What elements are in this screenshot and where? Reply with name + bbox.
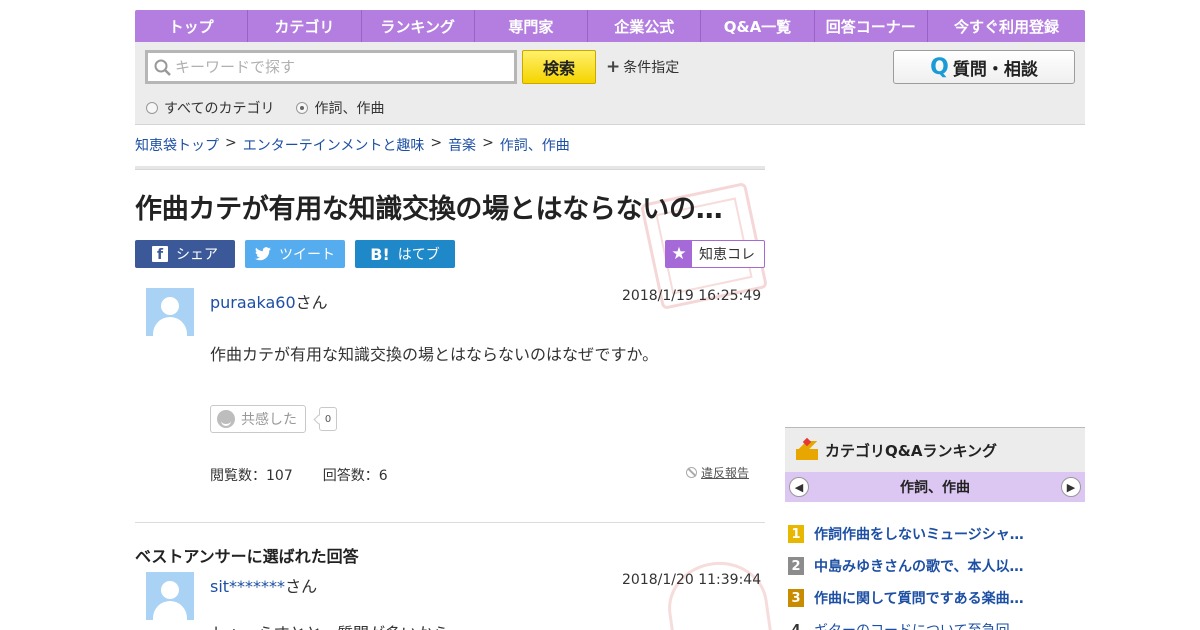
question-user-link[interactable]: puraaka60 bbox=[210, 293, 296, 312]
ranking-title: カテゴリQ&Aランキング bbox=[825, 441, 997, 460]
ask-question-button[interactable]: Q 質問・相談 bbox=[893, 50, 1075, 84]
answer-user-link[interactable]: sit******* bbox=[210, 577, 285, 596]
nav-experts[interactable]: 専門家 bbox=[475, 10, 589, 42]
list-item: 2 中島みゆきさんの歌で、本人以… bbox=[785, 550, 1085, 582]
chiekore-label: 知恵コレ bbox=[699, 247, 755, 263]
list-item: 3 作曲に関して質問ですある楽曲… bbox=[785, 582, 1085, 614]
report-label: 違反報告 bbox=[701, 466, 750, 480]
hatena-bookmark-button[interactable]: B! はてブ bbox=[355, 240, 455, 268]
empathy-label: 共感した bbox=[241, 412, 297, 428]
rank-badge: 1 bbox=[788, 525, 804, 543]
rank-badge: 4 bbox=[791, 622, 801, 630]
facebook-icon: f bbox=[152, 246, 168, 262]
ranking-link[interactable]: ギターのコードについて至急回… bbox=[814, 620, 1024, 630]
answer-body: トゥーらすとと、質問が多いから bbox=[210, 620, 449, 630]
rank-badge: 3 bbox=[788, 589, 804, 607]
facebook-share-button[interactable]: f シェア bbox=[135, 240, 235, 268]
search-icon bbox=[154, 59, 171, 76]
star-icon: ★ bbox=[666, 241, 692, 267]
answer-timestamp: 2018/1/20 11:39:44 bbox=[622, 572, 762, 588]
crown-icon bbox=[795, 437, 819, 461]
list-item: 4 ギターのコードについて至急回… bbox=[785, 614, 1085, 630]
breadcrumb-music[interactable]: 音楽 bbox=[448, 135, 476, 155]
search-input[interactable] bbox=[175, 58, 505, 76]
nav-category[interactable]: カテゴリ bbox=[248, 10, 362, 42]
radio-on-icon bbox=[296, 102, 309, 114]
ranking-header: カテゴリQ&Aランキング bbox=[785, 427, 1085, 472]
section-divider bbox=[135, 522, 765, 523]
radio-current-label: 作詞、作曲 bbox=[314, 101, 385, 117]
arrow-right-icon[interactable]: ▶ bbox=[1061, 477, 1081, 497]
arrow-left-icon[interactable]: ◀ bbox=[789, 477, 809, 497]
nav-ranking[interactable]: ランキング bbox=[362, 10, 475, 42]
radio-off-icon bbox=[146, 102, 158, 114]
twitter-tweet-label: ツイート bbox=[279, 247, 335, 263]
radio-current-category[interactable]: 作詞、作曲 bbox=[296, 98, 384, 118]
avatar[interactable] bbox=[146, 288, 194, 336]
breadcrumb: 知恵袋トップ > エンターテインメントと趣味 > 音楽 > 作詞、作曲 bbox=[135, 135, 570, 155]
ranking-link[interactable]: 中島みゆきさんの歌で、本人以… bbox=[814, 556, 1023, 576]
search-button[interactable]: 検索 bbox=[522, 50, 596, 84]
ranking-link[interactable]: 作詞作曲をしないミュージシャ… bbox=[814, 524, 1024, 544]
radio-all-categories[interactable]: すべてのカテゴリ bbox=[146, 98, 274, 118]
nav-top[interactable]: トップ bbox=[135, 10, 249, 42]
empathy-count: 0 bbox=[319, 407, 337, 431]
stamp-decoration bbox=[662, 555, 774, 630]
twitter-tweet-button[interactable]: ツイート bbox=[245, 240, 345, 268]
section-divider bbox=[135, 166, 765, 170]
ban-icon bbox=[686, 467, 697, 478]
category-ranking: カテゴリQ&Aランキング ◀ 作詞、作曲 ▶ 1 作詞作曲をしないミュージシャ…… bbox=[785, 427, 1085, 630]
question-user: puraaka60さん bbox=[210, 289, 328, 313]
conditions-link[interactable]: + 条件指定 bbox=[606, 57, 679, 77]
nav-qa-list[interactable]: Q&A一覧 bbox=[701, 10, 815, 42]
honorific: さん bbox=[295, 293, 328, 312]
breadcrumb-composition[interactable]: 作詞、作曲 bbox=[500, 135, 570, 155]
search-field[interactable] bbox=[145, 50, 517, 84]
chiekore-button[interactable]: ★ 知恵コレ bbox=[665, 240, 765, 268]
ranking-list: 1 作詞作曲をしないミュージシャ… 2 中島みゆきさんの歌で、本人以… 3 作曲… bbox=[785, 518, 1085, 630]
ranking-category-bar: ◀ 作詞、作曲 ▶ bbox=[785, 472, 1085, 502]
answer-count: 回答数：6 bbox=[322, 468, 388, 484]
answer-user: sit*******さん bbox=[210, 573, 317, 597]
hatena-label: はてブ bbox=[397, 247, 440, 263]
report-link[interactable]: 違反報告 bbox=[686, 464, 749, 481]
question-q-icon: Q bbox=[930, 54, 949, 80]
question-stats: 閲覧数：107 回答数：6 bbox=[210, 465, 388, 485]
nav-answer-corner[interactable]: 回答コーナー bbox=[815, 10, 928, 42]
ask-label: 質問・相談 bbox=[952, 59, 1038, 80]
empathy-button[interactable]: 共感した bbox=[210, 405, 306, 433]
smile-icon bbox=[217, 410, 235, 428]
search-bar: 検索 + 条件指定 Q 質問・相談 すべてのカテゴリ 作詞、作曲 bbox=[135, 42, 1085, 125]
radio-all-label: すべてのカテゴリ bbox=[164, 101, 275, 117]
best-answer-heading: ベストアンサーに選ばれた回答 bbox=[135, 547, 359, 566]
honorific: さん bbox=[285, 577, 318, 596]
question-timestamp: 2018/1/19 16:25:49 bbox=[622, 288, 762, 304]
plus-icon: + bbox=[606, 57, 621, 77]
ranking-category: 作詞、作曲 bbox=[900, 480, 970, 496]
global-nav: トップ カテゴリ ランキング 専門家 企業公式 Q&A一覧 回答コーナー 今すぐ… bbox=[135, 10, 1085, 42]
breadcrumb-separator: > bbox=[225, 135, 237, 151]
rank-badge: 2 bbox=[788, 557, 804, 575]
conditions-label: 条件指定 bbox=[623, 60, 680, 76]
question-body: 作曲カテが有用な知識交換の場とはならないのはなぜですか。 bbox=[210, 345, 659, 364]
list-item: 1 作詞作曲をしないミュージシャ… bbox=[785, 518, 1085, 550]
facebook-share-label: シェア bbox=[176, 247, 218, 263]
breadcrumb-entertainment[interactable]: エンターテインメントと趣味 bbox=[243, 135, 425, 155]
breadcrumb-top[interactable]: 知恵袋トップ bbox=[135, 135, 219, 155]
nav-official[interactable]: 企業公式 bbox=[588, 10, 702, 42]
breadcrumb-separator: > bbox=[482, 135, 494, 151]
hatena-icon: B! bbox=[370, 244, 390, 264]
twitter-icon bbox=[255, 247, 271, 261]
view-count: 閲覧数：107 bbox=[210, 468, 293, 484]
question-title: 作曲カテが有用な知識交換の場とはならないの… bbox=[135, 194, 723, 225]
avatar[interactable] bbox=[146, 572, 194, 620]
breadcrumb-separator: > bbox=[430, 135, 443, 151]
category-scope: すべてのカテゴリ 作詞、作曲 bbox=[146, 98, 384, 118]
ranking-link[interactable]: 作曲に関して質問ですある楽曲… bbox=[814, 588, 1024, 608]
nav-register[interactable]: 今すぐ利用登録 bbox=[928, 10, 1085, 42]
